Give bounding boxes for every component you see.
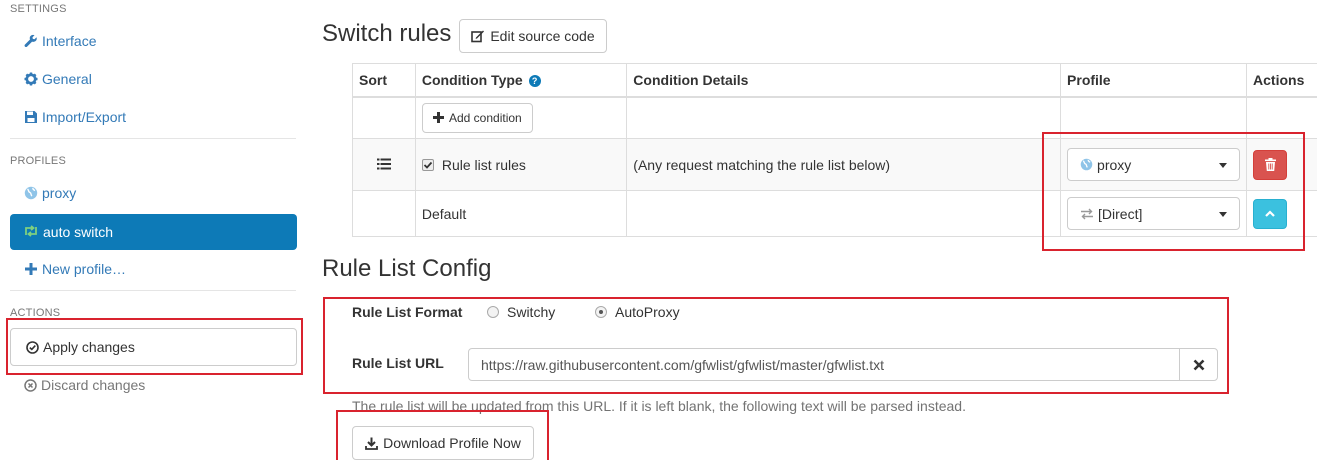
globe-icon (1080, 158, 1093, 171)
profiles-header: PROFILES (10, 155, 67, 167)
column-header-label: Condition Type (421, 71, 523, 88)
column-header-condition-type: Condition Type ? (414, 63, 628, 98)
table-cell (1246, 138, 1317, 191)
radio-label: Switchy (507, 304, 556, 320)
switch-rules-table: Sort Condition Type ? Condition Details … (352, 63, 1317, 237)
discard-changes-button[interactable]: Discard changes (24, 377, 145, 393)
nav-item-auto-switch[interactable]: auto switch (10, 214, 297, 250)
table-cell (1246, 190, 1317, 237)
download-icon (365, 437, 379, 450)
table-cell: Add condition (414, 96, 628, 139)
nav-item-label: Import/Export (42, 109, 127, 125)
caret-down-icon (1219, 212, 1228, 217)
apply-changes-button[interactable]: Apply changes (10, 328, 297, 366)
column-header-profile: Profile (1060, 63, 1248, 98)
close-icon (1193, 359, 1205, 371)
table-cell: Rule list rules (414, 138, 628, 191)
add-condition-button[interactable]: Add condition (421, 102, 533, 133)
help-icon[interactable]: ? (528, 75, 541, 88)
table-cell (352, 96, 416, 139)
condition-details: (Any request matching the rule list belo… (626, 138, 1062, 191)
nav-item-label: New profile… (42, 261, 127, 277)
column-header-actions: Actions (1246, 63, 1317, 98)
condition-type-label: Rule list rules (441, 156, 526, 173)
divider (10, 290, 296, 291)
edit-source-code-label: Edit source code (490, 28, 595, 44)
globe-icon (24, 186, 38, 200)
nav-item-label: auto switch (43, 224, 114, 240)
table-row-add: Add condition (352, 96, 1317, 139)
trash-icon (1264, 158, 1276, 171)
download-profile-label: Download Profile Now (383, 435, 521, 451)
floppy-icon (24, 110, 38, 124)
table-row-default: Default [Direct] (352, 190, 1317, 237)
rule-list-config-title: Rule List Config (322, 255, 492, 282)
column-header-condition-details: Condition Details (626, 63, 1062, 98)
rule-list-help-text: The rule list will be updated from this … (352, 398, 966, 414)
radio-label: AutoProxy (615, 304, 680, 320)
delete-rule-button[interactable] (1253, 149, 1288, 180)
close-circle-icon (24, 378, 37, 392)
radio-button[interactable] (487, 306, 499, 318)
table-header-row: Sort Condition Type ? Condition Details … (352, 63, 1317, 98)
rule-list-url-input[interactable]: https://raw.githubusercontent.com/gfwlis… (468, 348, 1180, 381)
table-cell (1246, 96, 1317, 139)
sidebar: SETTINGS Interface General Import/Export… (0, 0, 310, 460)
radio-button-selected[interactable] (595, 306, 607, 318)
sort-handle[interactable] (352, 138, 416, 191)
table-cell (1060, 96, 1248, 139)
nav-item-new-profile[interactable]: New profile… (24, 261, 126, 277)
plus-icon (432, 112, 444, 124)
table-cell (626, 96, 1062, 139)
format-option-autoproxy[interactable]: AutoProxy (595, 304, 680, 320)
rule-list-format-label: Rule List Format (352, 304, 463, 320)
download-profile-button[interactable]: Download Profile Now (352, 426, 534, 460)
table-cell (352, 190, 416, 237)
caret-down-icon (1219, 163, 1228, 168)
move-up-button[interactable] (1253, 198, 1288, 229)
apply-changes-label: Apply changes (43, 339, 135, 355)
list-icon (376, 158, 391, 170)
checkbox[interactable] (421, 158, 434, 171)
retweet-icon (23, 224, 39, 241)
default-label: Default (414, 190, 628, 237)
nav-item-interface[interactable]: Interface (24, 33, 96, 49)
edit-icon (471, 29, 485, 43)
wrench-icon (24, 34, 38, 48)
nav-item-import-export[interactable]: Import/Export (24, 109, 126, 125)
rule-list-url-label: Rule List URL (352, 355, 444, 371)
nav-item-general[interactable]: General (24, 71, 92, 87)
transfer-icon (1080, 208, 1094, 220)
switch-rules-title: Switch rules (322, 20, 452, 47)
actions-header: ACTIONS (10, 307, 61, 319)
nav-item-label: Interface (42, 33, 97, 49)
plus-icon (24, 262, 38, 276)
nav-item-label: General (42, 71, 92, 87)
nav-item-proxy[interactable]: proxy (24, 185, 76, 201)
edit-source-code-button[interactable]: Edit source code (459, 19, 607, 53)
clear-url-button[interactable] (1179, 348, 1218, 381)
table-row: Rule list rules (Any request matching th… (352, 138, 1317, 191)
table-cell: [Direct] (1060, 190, 1248, 237)
table-cell: proxy (1060, 138, 1248, 191)
settings-header: SETTINGS (10, 3, 67, 15)
default-profile-select[interactable]: [Direct] (1067, 197, 1241, 230)
divider (10, 138, 296, 139)
gear-icon (24, 72, 38, 86)
chevron-up-icon (1265, 209, 1275, 218)
add-condition-label: Add condition (448, 110, 522, 125)
discard-changes-label: Discard changes (41, 377, 146, 393)
format-option-switchy[interactable]: Switchy (487, 304, 555, 320)
profile-select[interactable]: proxy (1067, 148, 1241, 181)
nav-item-label: proxy (42, 185, 77, 201)
table-cell (626, 190, 1062, 237)
profile-select-value: proxy (1097, 156, 1132, 173)
default-profile-value: [Direct] (1098, 205, 1143, 222)
check-circle-icon (26, 340, 39, 354)
column-header-sort[interactable]: Sort (352, 63, 416, 98)
condition-type-select[interactable]: Rule list rules (421, 156, 526, 173)
